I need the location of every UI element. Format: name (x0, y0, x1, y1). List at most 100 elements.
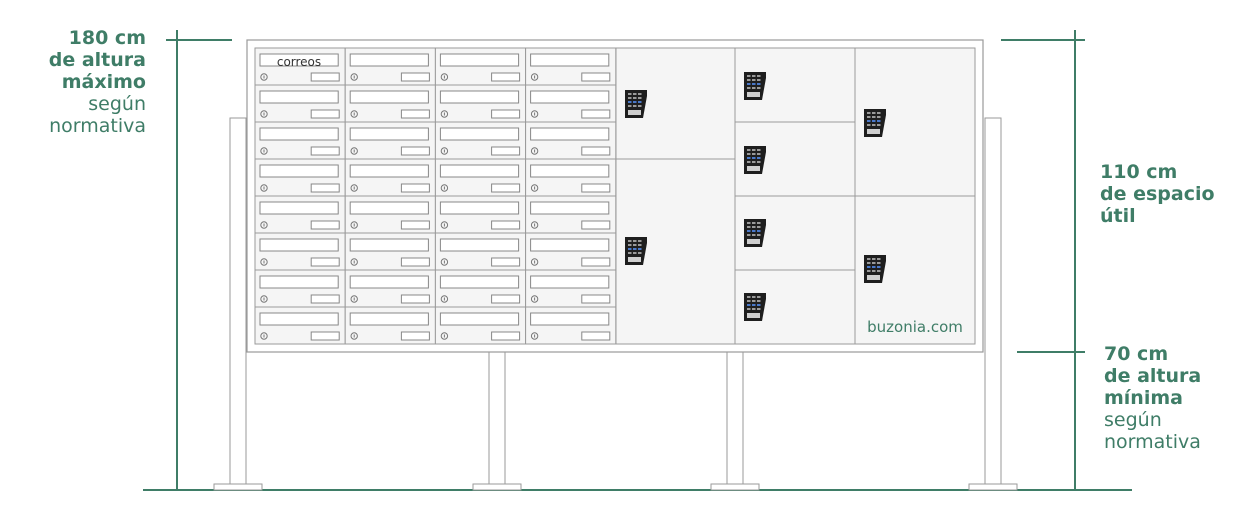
mail-slot (254, 269, 346, 308)
keypad-key (633, 97, 637, 99)
keypad-key (747, 222, 751, 224)
brand-label: buzonia.com (867, 318, 963, 336)
min-height-text-3: según (1104, 409, 1162, 431)
max-height-text-4: normativa (49, 115, 146, 137)
mail-slot-opening (530, 238, 610, 252)
keypad-key (633, 105, 637, 107)
keypad-key (628, 97, 632, 99)
name-plate (491, 331, 521, 341)
keypad-key (752, 296, 756, 298)
parcel-locker (734, 47, 856, 123)
mail-slot (344, 47, 436, 86)
keypad-key (633, 240, 637, 242)
mail-slot-opening (349, 90, 429, 104)
keypad-key (877, 266, 881, 268)
keypad-key (747, 149, 751, 151)
mail-slot (434, 84, 527, 123)
keypad-key (628, 248, 632, 250)
name-plate (491, 294, 521, 304)
mail-slot-opening (349, 201, 429, 215)
useful-space-annotation: 110 cm de espacio útil (1100, 161, 1215, 227)
keypad-key (638, 240, 642, 242)
keypad-display (747, 166, 760, 171)
keypad-key (757, 226, 761, 228)
keypad-key (633, 248, 637, 250)
mail-slot (254, 158, 346, 197)
keypad-display (867, 129, 880, 134)
keypad-key (872, 116, 876, 118)
mail-slot (254, 195, 346, 234)
mail-slot-opening (259, 238, 339, 252)
name-plate (581, 183, 611, 193)
inner-post-1 (488, 351, 506, 487)
keypad-key (747, 79, 751, 81)
mail-slot (525, 121, 617, 160)
keypad-key (747, 230, 751, 232)
min-height-text-1: de altura (1104, 365, 1202, 387)
mailbox-dimension-diagram: correos buzonia.com 180 cm de altura máx… (0, 0, 1247, 514)
keypad-key (867, 112, 871, 114)
keypad-key (747, 153, 751, 155)
keypad-icon (625, 237, 647, 265)
keypad-key (633, 244, 637, 246)
keypad-key (747, 83, 751, 85)
keypad-key (628, 101, 632, 103)
base-plate-1 (213, 483, 263, 491)
keypad-key (757, 149, 761, 151)
mail-slot-opening (259, 201, 339, 215)
mail-slot-opening (530, 90, 610, 104)
name-plate (310, 331, 340, 341)
mail-slot (434, 121, 527, 160)
keypad-key (628, 93, 632, 95)
keypad-key (872, 124, 876, 126)
keypad-key (747, 300, 751, 302)
name-plate (581, 146, 611, 156)
keypad-key (877, 120, 881, 122)
keypad-icon (744, 219, 766, 247)
name-plate (400, 183, 430, 193)
mail-slot (525, 232, 617, 271)
keypad-key (877, 112, 881, 114)
name-plate (400, 331, 430, 341)
name-plate (310, 294, 340, 304)
name-plate (491, 72, 521, 82)
mail-slot (525, 195, 617, 234)
name-plate (581, 294, 611, 304)
keypad-key (867, 120, 871, 122)
keypad-key (867, 258, 871, 260)
keypad-key (752, 83, 756, 85)
mail-slot-opening (259, 275, 339, 289)
keypad-key (757, 230, 761, 232)
keypad-key (633, 101, 637, 103)
keypad-key (872, 262, 876, 264)
mail-slot (434, 306, 527, 345)
mail-slot (434, 232, 527, 271)
keypad-key (752, 230, 756, 232)
mail-slot (344, 121, 436, 160)
max-height-text-2: máximo (61, 71, 146, 93)
mail-slot-opening (439, 90, 520, 104)
keypad-key (757, 83, 761, 85)
keypad-icon (864, 255, 886, 283)
keypad-key (633, 93, 637, 95)
name-plate (581, 109, 611, 119)
mail-slot-opening (439, 201, 520, 215)
mail-slot (434, 195, 527, 234)
max-height-value: 180 cm (68, 27, 146, 49)
mail-slot-opening (259, 90, 339, 104)
mail-slot-opening (349, 53, 429, 67)
keypad-display (747, 239, 760, 244)
mail-slot (254, 232, 346, 271)
name-plate (581, 220, 611, 230)
mail-slot (525, 47, 617, 86)
keypad-key (628, 240, 632, 242)
min-height-text-4: normativa (1104, 431, 1201, 453)
keypad-key (752, 157, 756, 159)
keypad-key (872, 258, 876, 260)
keypad-key (747, 304, 751, 306)
mail-slot-opening (439, 164, 520, 178)
mail-slot (525, 158, 617, 197)
base-plate-4 (968, 483, 1018, 491)
mail-slot (344, 195, 436, 234)
keypad-icon (744, 72, 766, 100)
